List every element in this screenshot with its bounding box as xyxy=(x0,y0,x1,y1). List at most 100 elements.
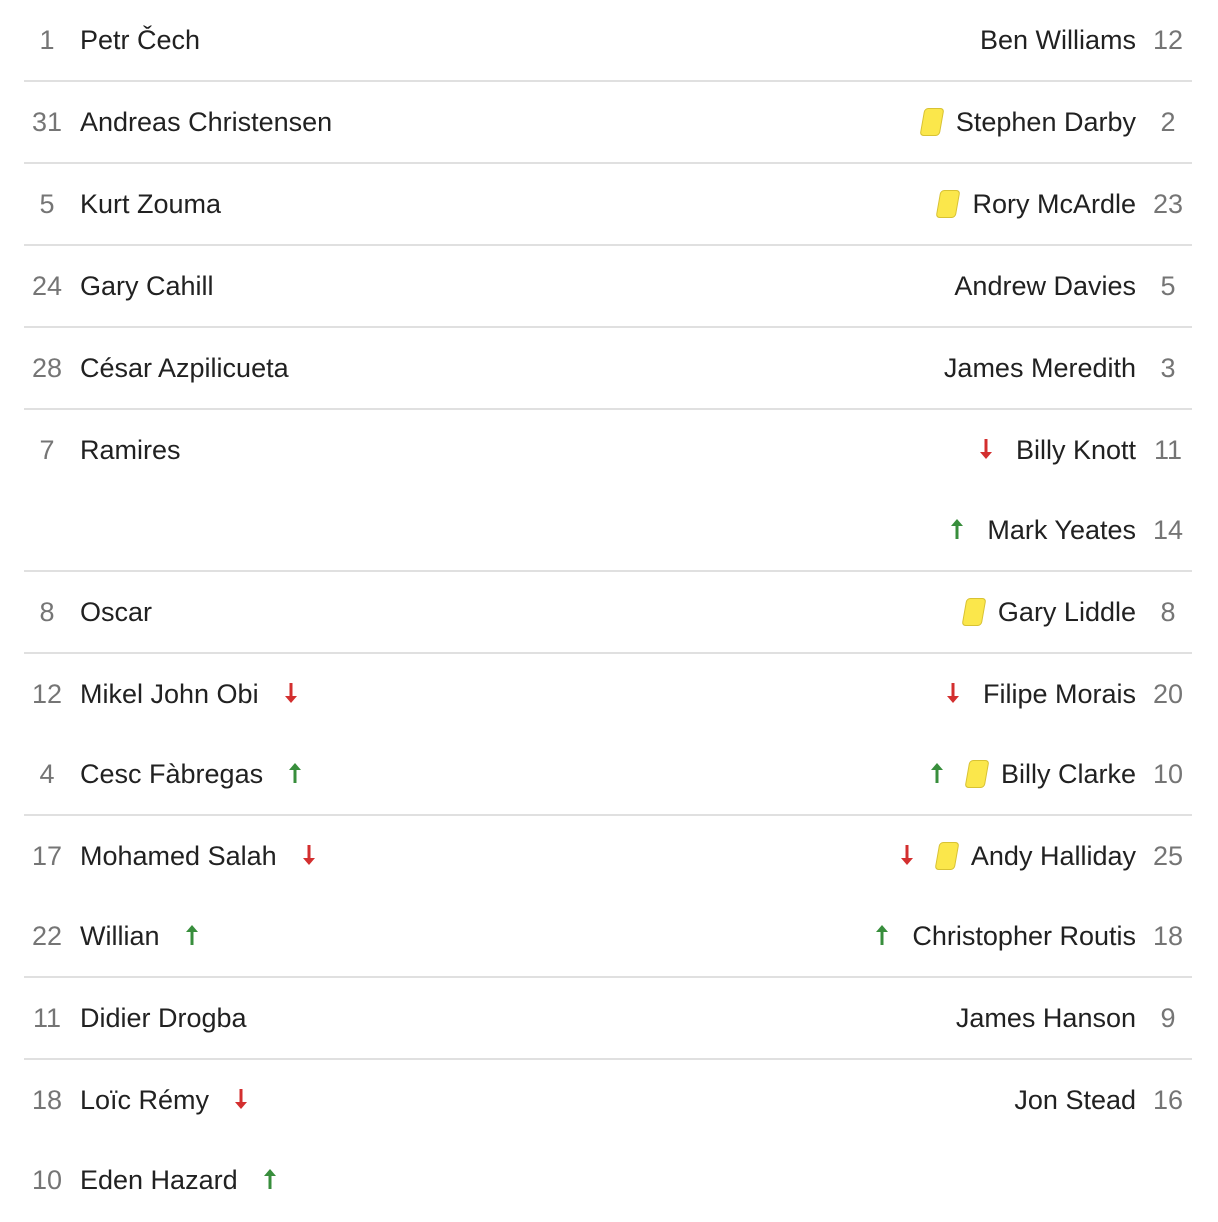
shirt-number: 12 xyxy=(1152,24,1184,55)
yellow-card-icon xyxy=(936,190,961,218)
away-player[interactable]: Rory McArdle 23 xyxy=(936,164,1192,244)
home-player[interactable]: 31 Andreas Christensen xyxy=(24,82,332,162)
lineup-pair-group: 18 Loïc Rémy Jon Stead 16 10 Eden Hazard xyxy=(24,1060,1192,1220)
lineup-row: 8 Oscar Gary Liddle 8 xyxy=(24,572,1192,652)
player-name[interactable]: James Hanson xyxy=(956,1003,1136,1034)
shirt-number: 12 xyxy=(31,678,63,709)
player-name[interactable]: Kurt Zouma xyxy=(80,189,221,220)
shirt-number: 31 xyxy=(31,106,63,137)
lineup-pair-group: 24 Gary Cahill Andrew Davies 5 xyxy=(24,246,1192,328)
player-name[interactable]: Andy Halliday xyxy=(971,841,1136,872)
away-player[interactable]: Andy Halliday 25 xyxy=(897,816,1192,896)
player-name[interactable]: Gary Liddle xyxy=(998,597,1136,628)
lineup-row: 7 Ramires Billy Knott 11 xyxy=(24,410,1192,490)
substitution-on-arrow-icon xyxy=(285,761,305,787)
home-player[interactable]: 24 Gary Cahill xyxy=(24,246,214,326)
lineup-row: Mark Yeates 14 xyxy=(24,490,1192,570)
home-player[interactable]: 5 Kurt Zouma xyxy=(24,164,221,244)
lineup-pair-group: 1 Petr Čech Ben Williams 12 xyxy=(24,0,1192,82)
substitution-off-arrow-icon xyxy=(281,681,301,707)
lineup-row: 1 Petr Čech Ben Williams 12 xyxy=(24,0,1192,80)
player-name[interactable]: Billy Knott xyxy=(1016,435,1136,466)
yellow-card-wrap xyxy=(934,842,960,870)
lineup-pair-group: 8 Oscar Gary Liddle 8 xyxy=(24,572,1192,654)
yellow-card-icon xyxy=(964,760,990,788)
player-name[interactable]: Ben Williams xyxy=(980,25,1136,56)
shirt-number: 2 xyxy=(1160,106,1176,137)
away-player[interactable]: Mark Yeates 14 xyxy=(947,490,1192,570)
shirt-number: 17 xyxy=(31,840,63,871)
player-name[interactable]: Andreas Christensen xyxy=(80,107,332,138)
away-player[interactable]: Billy Clarke 10 xyxy=(927,734,1192,814)
substitution-off-arrow-icon xyxy=(231,1087,251,1113)
lineup-pair-group: 28 César Azpilicueta James Meredith 3 xyxy=(24,328,1192,410)
home-player[interactable]: 7 Ramires xyxy=(24,410,181,490)
player-name[interactable]: Christopher Routis xyxy=(912,921,1136,952)
substitution-on-arrow-icon xyxy=(872,923,892,949)
lineup-pair-group: 5 Kurt Zouma Rory McArdle 23 xyxy=(24,164,1192,246)
lineup-row: 28 César Azpilicueta James Meredith 3 xyxy=(24,328,1192,408)
player-name[interactable]: Petr Čech xyxy=(80,25,200,56)
player-name[interactable]: Oscar xyxy=(80,597,152,628)
away-player[interactable]: James Meredith 3 xyxy=(944,328,1192,408)
lineup-pair-group: 11 Didier Drogba James Hanson 9 xyxy=(24,978,1192,1060)
player-name[interactable]: César Azpilicueta xyxy=(80,353,289,384)
away-player[interactable]: Jon Stead 16 xyxy=(1014,1060,1192,1140)
lineup-pair-group: 17 Mohamed Salah Andy Halliday 25 22 Willian C… xyxy=(24,816,1192,978)
home-player[interactable]: 17 Mohamed Salah xyxy=(24,816,319,896)
shirt-number: 24 xyxy=(31,270,63,301)
substitution-off-arrow-icon xyxy=(976,437,996,463)
player-name[interactable]: Mikel John Obi xyxy=(80,679,259,710)
player-name[interactable]: Didier Drogba xyxy=(80,1003,247,1034)
home-player[interactable]: 1 Petr Čech xyxy=(24,0,200,80)
home-player[interactable]: 8 Oscar xyxy=(24,572,152,652)
away-player[interactable]: Andrew Davies 5 xyxy=(954,246,1192,326)
lineup-row: 11 Didier Drogba James Hanson 9 xyxy=(24,978,1192,1058)
home-player[interactable]: 10 Eden Hazard xyxy=(24,1140,280,1220)
home-player[interactable]: 18 Loïc Rémy xyxy=(24,1060,251,1140)
away-player[interactable]: James Hanson 9 xyxy=(956,978,1192,1058)
player-name[interactable]: Billy Clarke xyxy=(1001,759,1136,790)
away-player[interactable]: Gary Liddle 8 xyxy=(961,572,1192,652)
player-name[interactable]: Cesc Fàbregas xyxy=(80,759,263,790)
away-player[interactable]: Stephen Darby 2 xyxy=(919,82,1192,162)
player-name[interactable]: Mohamed Salah xyxy=(80,841,277,872)
lineup-row: 24 Gary Cahill Andrew Davies 5 xyxy=(24,246,1192,326)
away-player[interactable]: Billy Knott 11 xyxy=(976,410,1192,490)
home-player[interactable]: 22 Willian xyxy=(24,896,202,976)
away-player[interactable]: Ben Williams 12 xyxy=(980,0,1192,80)
player-name[interactable]: Andrew Davies xyxy=(954,271,1136,302)
yellow-card-wrap xyxy=(964,760,990,788)
shirt-number: 23 xyxy=(1152,188,1184,219)
shirt-number: 7 xyxy=(39,434,55,465)
home-player[interactable]: 4 Cesc Fàbregas xyxy=(24,734,305,814)
home-player[interactable]: 11 Didier Drogba xyxy=(24,978,247,1058)
player-name[interactable]: Eden Hazard xyxy=(80,1165,238,1196)
shirt-number: 22 xyxy=(31,920,63,951)
lineup-row: 17 Mohamed Salah Andy Halliday 25 xyxy=(24,816,1192,896)
player-name[interactable]: Mark Yeates xyxy=(987,515,1136,546)
lineup-row: 4 Cesc Fàbregas Billy Clarke 10 xyxy=(24,734,1192,814)
lineup-table: 1 Petr Čech Ben Williams 12 31 Andreas Christ… xyxy=(24,0,1192,1220)
lineup-row: 10 Eden Hazard xyxy=(24,1140,1192,1220)
home-player[interactable]: 12 Mikel John Obi xyxy=(24,654,301,734)
player-name[interactable]: Ramires xyxy=(80,435,181,466)
substitution-on-arrow-icon xyxy=(182,923,202,949)
lineup-row: 18 Loïc Rémy Jon Stead 16 xyxy=(24,1060,1192,1140)
player-name[interactable]: Stephen Darby xyxy=(956,107,1136,138)
substitution-off-arrow-icon xyxy=(897,843,917,869)
away-player[interactable]: Filipe Morais 20 xyxy=(943,654,1192,734)
shirt-number: 10 xyxy=(1152,758,1184,789)
yellow-card-icon xyxy=(961,598,987,626)
lineup-row: 5 Kurt Zouma Rory McArdle 23 xyxy=(24,164,1192,244)
player-name[interactable]: Gary Cahill xyxy=(80,271,214,302)
away-player[interactable]: Christopher Routis 18 xyxy=(872,896,1192,976)
player-name[interactable]: Rory McArdle xyxy=(972,189,1136,220)
shirt-number: 28 xyxy=(31,352,63,383)
home-player[interactable]: 28 César Azpilicueta xyxy=(24,328,289,408)
player-name[interactable]: Jon Stead xyxy=(1014,1085,1136,1116)
player-name[interactable]: Filipe Morais xyxy=(983,679,1136,710)
player-name[interactable]: Loïc Rémy xyxy=(80,1085,209,1116)
player-name[interactable]: Willian xyxy=(80,921,160,952)
player-name[interactable]: James Meredith xyxy=(944,353,1136,384)
